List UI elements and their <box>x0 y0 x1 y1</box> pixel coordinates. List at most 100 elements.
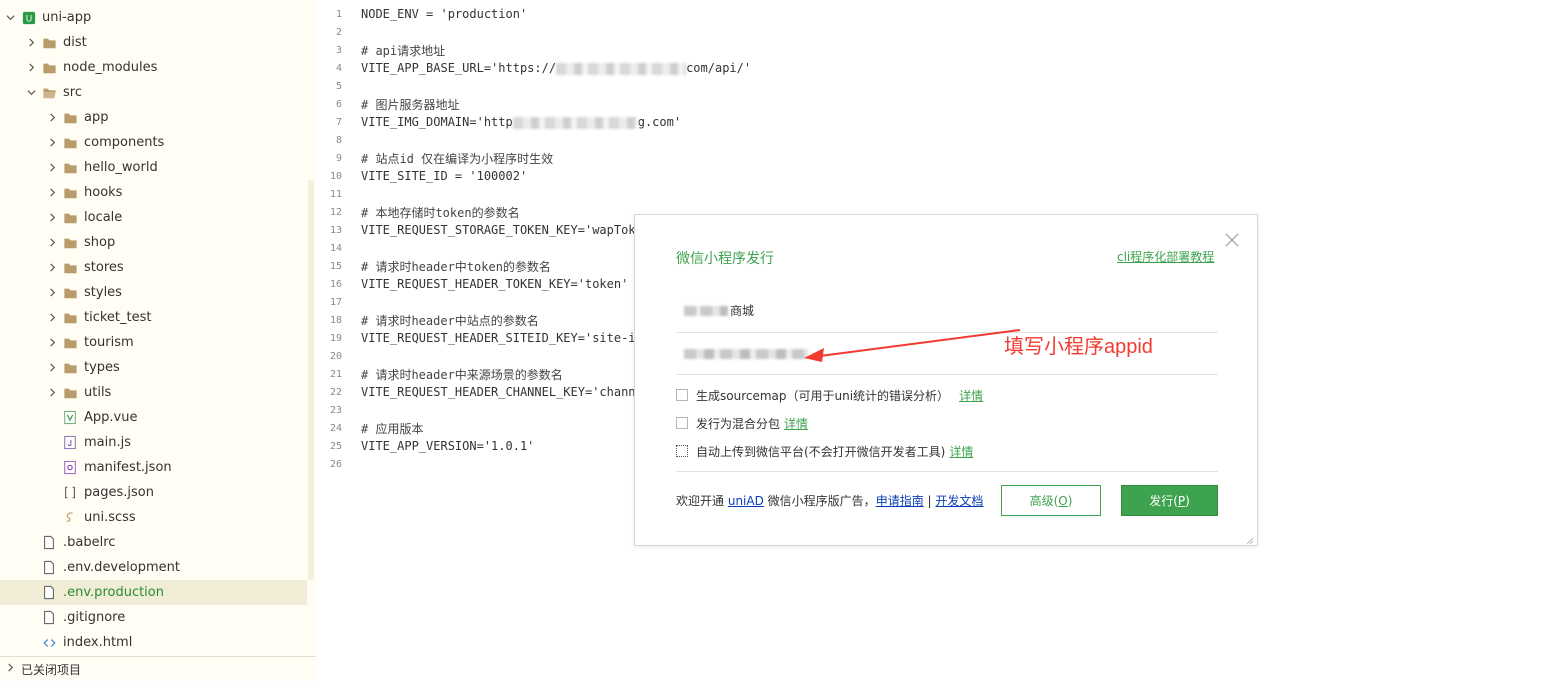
chevron-right-icon[interactable] <box>47 280 57 305</box>
code-line[interactable]: 8 <box>316 131 1556 149</box>
tree-file-item[interactable]: .babelrc <box>0 530 307 555</box>
tree-item-label: .env.development <box>63 560 180 575</box>
option-label: 自动上传到微信平台(不会打开微信开发者工具) <box>696 444 946 459</box>
tree-folder-item[interactable]: shop <box>0 230 307 255</box>
tree-folder-item[interactable]: stores <box>0 255 307 280</box>
closed-projects-section[interactable]: 已关闭项目 <box>0 656 316 681</box>
tree-file-item[interactable]: .env.development <box>0 555 307 580</box>
tree-file-item[interactable]: main.js <box>0 430 307 455</box>
sidebar-scrollbar[interactable] <box>307 0 316 681</box>
chevron-right-icon[interactable] <box>47 155 57 180</box>
chevron-right-icon[interactable] <box>47 355 57 380</box>
tree-folder-item[interactable]: src <box>0 80 307 105</box>
resize-grip-icon[interactable] <box>1246 534 1254 545</box>
chevron-down-icon[interactable] <box>5 5 15 30</box>
auto-upload-checkbox[interactable] <box>676 445 688 457</box>
code-text: VITE_REQUEST_HEADER_CHANNEL_KEY='channe <box>361 385 643 399</box>
tree-folder-item[interactable]: types <box>0 355 307 380</box>
option-auto-upload[interactable]: 自动上传到微信平台(不会打开微信开发者工具) 详情 <box>676 441 973 461</box>
chevron-right-icon[interactable] <box>47 305 57 330</box>
chevron-right-icon[interactable] <box>47 130 57 155</box>
file-icon <box>41 585 57 601</box>
code-line[interactable]: 5 <box>316 77 1556 95</box>
code-line[interactable]: 10 VITE_SITE_ID = '100002' <box>316 167 1556 185</box>
code-line[interactable]: 6 # 图片服务器地址 <box>316 95 1556 113</box>
chevron-right-icon[interactable] <box>47 380 57 405</box>
tree-item-label: stores <box>84 260 124 275</box>
auto-upload-detail-link[interactable]: 详情 <box>949 443 973 460</box>
publish-button[interactable]: 发行(P) <box>1121 485 1218 516</box>
code-line[interactable]: 4 VITE_APP_BASE_URL='https:// com/api/' <box>316 59 1556 77</box>
annotation-text: 填写小程序appid <box>1004 336 1153 358</box>
line-number: 19 <box>329 332 342 344</box>
chevron-right-icon[interactable] <box>47 105 57 130</box>
chevron-down-icon[interactable] <box>26 80 36 105</box>
tree-folder-item[interactable]: hooks <box>0 180 307 205</box>
dev-docs-link[interactable]: 开发文档 <box>935 494 983 508</box>
file-icon <box>41 610 57 626</box>
scrollbar-thumb[interactable] <box>308 180 314 580</box>
line-number: 14 <box>329 242 342 254</box>
code-line[interactable]: 11 <box>316 185 1556 203</box>
redacted-text <box>700 305 728 316</box>
apply-guide-link[interactable]: 申请指南 <box>876 494 924 508</box>
tree-file-item[interactable]: uni.scss <box>0 505 307 530</box>
line-number: 22 <box>329 386 342 398</box>
dialog-title: 微信小程序发行 <box>676 250 774 266</box>
mixed-subpackage-detail-link[interactable]: 详情 <box>784 415 808 432</box>
tree-item-label: locale <box>84 210 123 225</box>
tree-item-label: utils <box>84 385 112 400</box>
code-line[interactable]: 7 VITE_IMG_DOMAIN='http g.com' <box>316 113 1556 131</box>
line-text: # 请求时header中来源场景的参数名 <box>361 366 563 383</box>
code-text: VITE_SITE_ID = '100002' <box>361 169 528 183</box>
tree-file-item[interactable]: index.html <box>0 630 307 655</box>
chevron-right-icon[interactable] <box>26 30 36 55</box>
chevron-right-icon[interactable] <box>47 230 57 255</box>
file-icon <box>41 560 57 576</box>
chevron-right-icon[interactable] <box>47 180 57 205</box>
line-number: 5 <box>335 80 342 92</box>
tree-item-label: styles <box>84 285 122 300</box>
mixed-subpackage-checkbox[interactable] <box>676 417 688 429</box>
folder-icon <box>62 360 78 376</box>
line-number: 7 <box>335 116 342 128</box>
divider <box>676 471 1218 472</box>
tree-file-item[interactable]: manifest.json <box>0 455 307 480</box>
chevron-right-icon[interactable] <box>26 55 36 80</box>
tree-file-item[interactable]: .gitignore <box>0 605 307 630</box>
uniad-link[interactable]: uniAD <box>728 494 764 508</box>
tree-file-item[interactable]: pages.json <box>0 480 307 505</box>
close-icon[interactable] <box>1223 231 1241 249</box>
tree-folder-item[interactable]: dist <box>0 30 307 55</box>
advanced-button[interactable]: 高级(O) <box>1001 485 1101 516</box>
sourcemap-detail-link[interactable]: 详情 <box>959 387 983 404</box>
tree-folder-item[interactable]: ticket_test <box>0 305 307 330</box>
tree-folder-item[interactable]: locale <box>0 205 307 230</box>
wechat-publish-dialog: 微信小程序发行 cli程序化部署教程 商城 生成sourcemap（可用于uni… <box>634 214 1258 546</box>
chevron-right-icon[interactable] <box>47 205 57 230</box>
tree-folder-item[interactable]: styles <box>0 280 307 305</box>
tree-file-item[interactable]: App.vue <box>0 405 307 430</box>
tree-item-label: app <box>84 110 109 125</box>
code-line[interactable]: 1 NODE_ENV = 'production' <box>316 5 1556 23</box>
code-line[interactable]: 3 # api请求地址 <box>316 41 1556 59</box>
tree-folder-item[interactable]: tourism <box>0 330 307 355</box>
html-file-icon <box>41 635 57 651</box>
code-line[interactable]: 9 # 站点id 仅在编译为小程序时生效 <box>316 149 1556 167</box>
tree-file-item[interactable]: .env.production <box>0 580 307 605</box>
sourcemap-checkbox[interactable] <box>676 389 688 401</box>
chevron-right-icon[interactable] <box>47 255 57 280</box>
tree-folder-item[interactable]: node_modules <box>0 55 307 80</box>
folder-icon <box>62 210 78 226</box>
project-root[interactable]: U uni-app <box>0 5 307 30</box>
tree-folder-item[interactable]: hello_world <box>0 155 307 180</box>
option-sourcemap[interactable]: 生成sourcemap（可用于uni统计的错误分析） 详情 <box>676 385 983 405</box>
tree-folder-item[interactable]: components <box>0 130 307 155</box>
option-mixed-subpackage[interactable]: 发行为混合分包 详情 <box>676 413 808 433</box>
tree-folder-item[interactable]: app <box>0 105 307 130</box>
code-line[interactable]: 2 <box>316 23 1556 41</box>
footer-middle: 微信小程序版广告， <box>767 494 876 508</box>
cli-deploy-tutorial-link[interactable]: cli程序化部署教程 <box>1117 248 1214 265</box>
chevron-right-icon[interactable] <box>47 330 57 355</box>
tree-folder-item[interactable]: utils <box>0 380 307 405</box>
